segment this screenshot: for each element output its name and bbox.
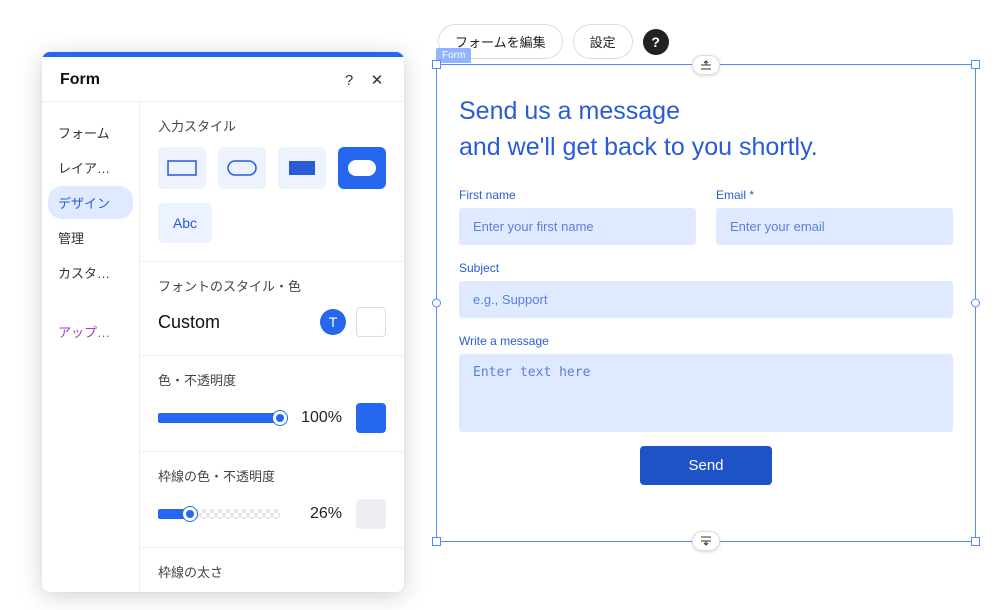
- toolbar-help-icon[interactable]: ?: [643, 29, 669, 55]
- close-icon[interactable]: ✕: [368, 71, 386, 89]
- font-color-swatch[interactable]: [356, 307, 386, 337]
- resize-handle-bl[interactable]: [432, 537, 441, 546]
- first-name-input[interactable]: [459, 208, 696, 245]
- font-style-button[interactable]: T: [320, 309, 346, 335]
- section-border-weight-label: 枠線の太さ: [158, 562, 386, 581]
- side-tabs: フォーム レイア… デザイン 管理 カスタ… アップ…: [42, 102, 140, 592]
- stretch-top-button[interactable]: [692, 55, 720, 75]
- tab-form[interactable]: フォーム: [48, 116, 133, 149]
- section-border-color: 枠線の色・不透明度 26%: [140, 452, 404, 548]
- border-color-swatch[interactable]: [356, 499, 386, 529]
- opacity-slider-2[interactable]: [158, 509, 280, 519]
- style-underline[interactable]: Abc: [158, 203, 212, 243]
- first-name-label: First name: [459, 188, 696, 202]
- opacity-slider-1[interactable]: [158, 413, 280, 423]
- tab-custom[interactable]: カスタ…: [48, 256, 133, 289]
- opacity-value-2: 26%: [294, 505, 342, 523]
- panel-header: Form ? ✕: [42, 57, 404, 102]
- section-font: フォントのスタイル・色 Custom T: [140, 262, 404, 356]
- subject-input[interactable]: [459, 281, 953, 318]
- form-title: Send us a message and we'll get back to …: [459, 93, 953, 166]
- tab-design[interactable]: デザイン: [48, 186, 133, 219]
- design-panel: Form ? ✕ フォーム レイア… デザイン 管理 カスタ… アップ… 入力ス…: [42, 52, 404, 592]
- section-font-label: フォントのスタイル・色: [158, 276, 386, 295]
- message-label: Write a message: [459, 334, 953, 348]
- fill-color-swatch[interactable]: [356, 403, 386, 433]
- help-icon[interactable]: ?: [340, 72, 358, 89]
- resize-handle-br[interactable]: [971, 537, 980, 546]
- section-input-style: 入力スタイル Abc: [140, 102, 404, 262]
- font-name[interactable]: Custom: [158, 312, 310, 333]
- resize-handle-tr[interactable]: [971, 60, 980, 69]
- subject-label: Subject: [459, 261, 953, 275]
- send-button[interactable]: Send: [640, 446, 771, 485]
- panel-title: Form: [60, 71, 330, 89]
- style-pill-filled[interactable]: [338, 147, 386, 189]
- tab-manage[interactable]: 管理: [48, 221, 133, 254]
- canvas-selection[interactable]: Form Send us a message and we'll get bac…: [436, 64, 976, 542]
- resize-handle-tl[interactable]: [432, 60, 441, 69]
- section-color-opacity-label: 色・不透明度: [158, 370, 386, 389]
- form-preview: Send us a message and we'll get back to …: [459, 93, 953, 519]
- resize-handle-l[interactable]: [432, 299, 441, 308]
- selection-box: Send us a message and we'll get back to …: [436, 64, 976, 542]
- email-input[interactable]: [716, 208, 953, 245]
- canvas-toolbar: フォームを編集 設定 ?: [438, 24, 669, 59]
- section-border-color-label: 枠線の色・不透明度: [158, 466, 386, 485]
- selection-label: Form: [436, 48, 471, 63]
- tab-layout[interactable]: レイア…: [48, 151, 133, 184]
- resize-handle-r[interactable]: [971, 299, 980, 308]
- input-style-row: [158, 147, 386, 189]
- section-border-weight: 枠線の太さ: [140, 548, 404, 592]
- tab-upgrade[interactable]: アップ…: [48, 315, 133, 348]
- stretch-bottom-button[interactable]: [692, 531, 720, 551]
- email-label: Email *: [716, 188, 953, 202]
- style-pill-outline[interactable]: [218, 147, 266, 189]
- message-input[interactable]: [459, 354, 953, 432]
- section-color-opacity: 色・不透明度 100%: [140, 356, 404, 452]
- abc-label: Abc: [173, 215, 197, 231]
- settings-button[interactable]: 設定: [573, 24, 633, 59]
- panel-content: 入力スタイル Abc: [140, 102, 404, 592]
- style-rect-filled[interactable]: [278, 147, 326, 189]
- section-input-style-label: 入力スタイル: [158, 116, 386, 135]
- style-rect-outline[interactable]: [158, 147, 206, 189]
- opacity-value-1: 100%: [294, 409, 342, 427]
